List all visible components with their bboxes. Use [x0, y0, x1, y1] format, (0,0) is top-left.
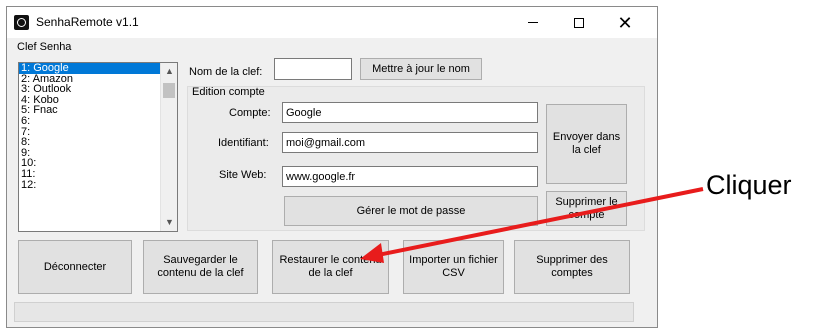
- annotation-callout: Cliquer: [706, 170, 792, 200]
- annotation-arrow: [360, 187, 704, 263]
- annotation-arrow-shaft: [377, 187, 704, 257]
- annotation-arrow-head: [360, 243, 384, 263]
